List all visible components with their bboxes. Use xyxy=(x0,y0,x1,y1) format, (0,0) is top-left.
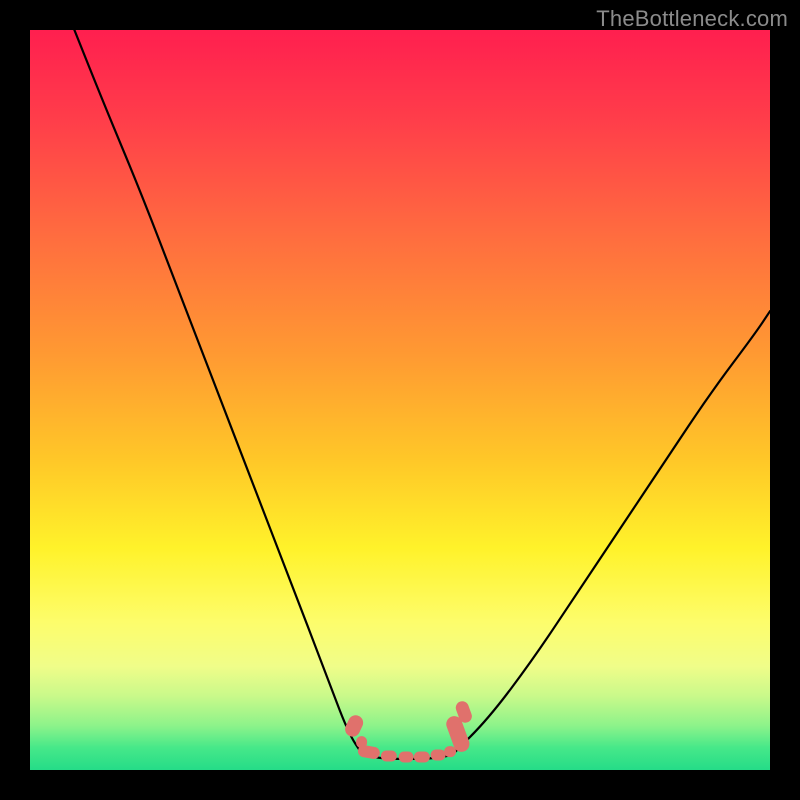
chart-stage: TheBottleneck.com xyxy=(0,0,800,800)
curve-layer xyxy=(30,30,770,770)
valley-marker xyxy=(381,750,397,761)
watermark-text: TheBottleneck.com xyxy=(596,6,788,32)
bottleneck-curve xyxy=(74,30,770,759)
plot-area xyxy=(30,30,770,770)
valley-marker xyxy=(414,751,430,762)
valley-marker xyxy=(399,751,414,762)
